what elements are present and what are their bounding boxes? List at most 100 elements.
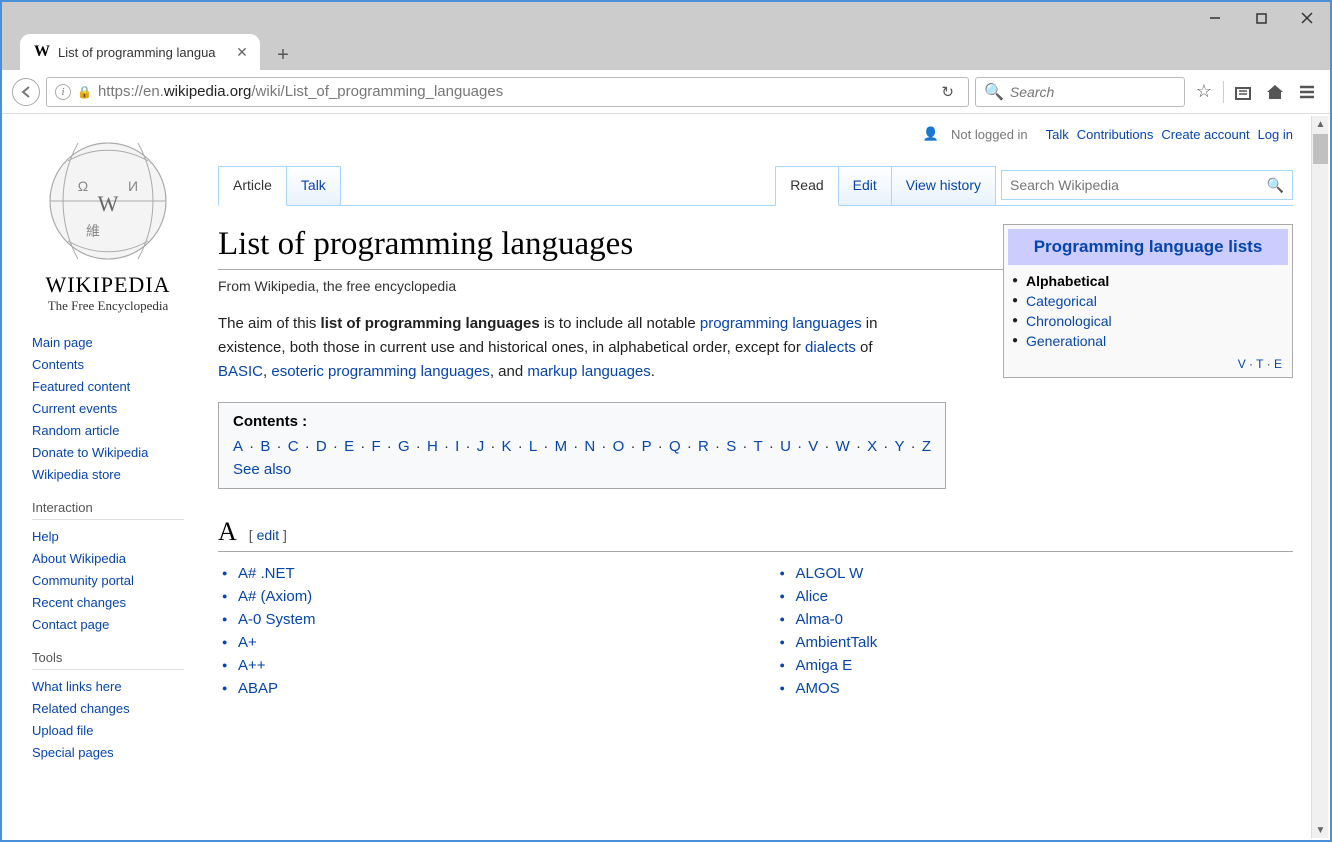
toc-letter[interactable]: X xyxy=(867,438,877,455)
nav-link[interactable]: Categorical xyxy=(1026,293,1097,309)
nav-link[interactable]: ABAP xyxy=(238,680,278,697)
bookmark-star-icon[interactable]: ☆ xyxy=(1191,79,1217,105)
url-bar[interactable]: i 🔒 https://en.wikipedia.org/wiki/List_o… xyxy=(46,77,969,107)
top-link[interactable]: Log in xyxy=(1258,127,1293,142)
toc-letter[interactable]: D xyxy=(316,438,327,455)
nav-link[interactable]: ALGOL W xyxy=(796,565,864,582)
toc-letter[interactable]: A xyxy=(233,438,243,455)
nav-link[interactable]: A-0 System xyxy=(238,611,316,628)
minimize-button[interactable] xyxy=(1192,2,1238,34)
toc-letter[interactable]: T xyxy=(754,438,763,455)
link-markup[interactable]: markup languages xyxy=(527,363,650,380)
reload-button[interactable]: ↻ xyxy=(935,83,960,101)
nav-link[interactable]: Contact page xyxy=(32,617,109,632)
tab-read[interactable]: Read xyxy=(775,166,838,206)
browser-tab[interactable]: W List of programming langua ✕ xyxy=(20,34,260,70)
nav-link[interactable]: Amiga E xyxy=(796,657,853,674)
link-basic[interactable]: BASIC xyxy=(218,363,263,380)
nav-link[interactable]: A# (Axiom) xyxy=(238,588,312,605)
new-tab-button[interactable]: + xyxy=(268,40,298,70)
maximize-button[interactable] xyxy=(1238,2,1284,34)
nav-link[interactable]: Featured content xyxy=(32,379,130,394)
link-esoteric[interactable]: esoteric programming languages xyxy=(271,363,489,380)
toc-letter[interactable]: F xyxy=(371,438,380,455)
scroll-up-arrow[interactable]: ▲ xyxy=(1313,116,1328,132)
browser-search-box[interactable]: 🔍 xyxy=(975,77,1185,107)
search-icon[interactable]: 🔍 xyxy=(1263,177,1288,194)
nav-link[interactable]: About Wikipedia xyxy=(32,551,126,566)
edit-section-link[interactable]: edit xyxy=(257,527,280,543)
toc-letter[interactable]: S xyxy=(726,438,736,455)
toc-letter[interactable]: C xyxy=(288,438,299,455)
nav-link[interactable]: Recent changes xyxy=(32,595,126,610)
toc-see-also[interactable]: See also xyxy=(233,461,291,478)
top-link[interactable]: Contributions xyxy=(1077,127,1154,142)
nav-link[interactable]: A# .NET xyxy=(238,565,295,582)
top-link[interactable]: Create account xyxy=(1161,127,1249,142)
nav-link[interactable]: AMOS xyxy=(796,680,840,697)
toc-letter[interactable]: M xyxy=(555,438,568,455)
info-icon[interactable]: i xyxy=(55,84,71,100)
nav-link[interactable]: Alma-0 xyxy=(796,611,844,628)
toc-letter[interactable]: Z xyxy=(922,438,931,455)
toc-letter[interactable]: H xyxy=(427,438,438,455)
toc-letter[interactable]: N xyxy=(584,438,595,455)
toc-letter[interactable]: L xyxy=(529,438,537,455)
wiki-search-input[interactable] xyxy=(1010,177,1263,193)
library-icon[interactable] xyxy=(1230,79,1256,105)
link-programming-languages[interactable]: programming languages xyxy=(700,315,862,332)
tab-edit[interactable]: Edit xyxy=(838,166,892,205)
nav-link[interactable]: A+ xyxy=(238,634,257,651)
toc-letter[interactable]: U xyxy=(780,438,791,455)
wiki-search-box[interactable]: 🔍 xyxy=(1001,170,1293,200)
back-button[interactable] xyxy=(12,78,40,106)
nav-link[interactable]: AmbientTalk xyxy=(796,634,878,651)
toc-letter[interactable]: K xyxy=(502,438,512,455)
vte-v[interactable]: V xyxy=(1238,357,1246,371)
link-dialects[interactable]: dialects xyxy=(805,339,856,356)
toc-letter[interactable]: R xyxy=(698,438,709,455)
nav-link[interactable]: Wikipedia store xyxy=(32,467,121,482)
nav-link[interactable]: Chronological xyxy=(1026,313,1112,329)
scroll-thumb[interactable] xyxy=(1313,134,1328,164)
toc-letter[interactable]: W xyxy=(836,438,850,455)
home-icon[interactable] xyxy=(1262,79,1288,105)
close-tab-button[interactable]: ✕ xyxy=(234,44,250,60)
nav-link[interactable]: Upload file xyxy=(32,723,93,738)
toc-letter[interactable]: B xyxy=(260,438,270,455)
vte-e[interactable]: E xyxy=(1274,357,1282,371)
nav-link[interactable]: Donate to Wikipedia xyxy=(32,445,148,460)
menu-icon[interactable] xyxy=(1294,79,1320,105)
nav-link[interactable]: Main page xyxy=(32,335,93,350)
toc-letter[interactable]: V xyxy=(808,438,818,455)
nav-link[interactable]: A++ xyxy=(238,657,266,674)
nav-link[interactable]: Alphabetical xyxy=(1026,273,1109,289)
nav-link[interactable]: Contents xyxy=(32,357,84,372)
nav-link[interactable]: Related changes xyxy=(32,701,130,716)
nav-link[interactable]: Random article xyxy=(32,423,119,438)
nav-link[interactable]: Community portal xyxy=(32,573,134,588)
info-box-title[interactable]: Programming language lists xyxy=(1008,229,1288,265)
scroll-down-arrow[interactable]: ▼ xyxy=(1313,822,1328,838)
toc-letter[interactable]: Y xyxy=(894,438,904,455)
toc-letter[interactable]: G xyxy=(398,438,410,455)
tab-talk[interactable]: Talk xyxy=(286,166,341,205)
toc-letter[interactable]: P xyxy=(642,438,652,455)
toc-letter[interactable]: Q xyxy=(669,438,681,455)
browser-search-input[interactable] xyxy=(1010,84,1176,100)
close-window-button[interactable] xyxy=(1284,2,1330,34)
nav-link[interactable]: Current events xyxy=(32,401,117,416)
toc-letter[interactable]: O xyxy=(613,438,625,455)
top-link[interactable]: Talk xyxy=(1046,127,1069,142)
nav-link[interactable]: Special pages xyxy=(32,745,114,760)
vte-t[interactable]: T xyxy=(1256,357,1263,371)
tab-history[interactable]: View history xyxy=(891,166,996,205)
nav-link[interactable]: What links here xyxy=(32,679,122,694)
nav-link[interactable]: Alice xyxy=(796,588,829,605)
toc-letter[interactable]: E xyxy=(344,438,354,455)
nav-link[interactable]: Generational xyxy=(1026,333,1106,349)
nav-link[interactable]: Help xyxy=(32,529,59,544)
scrollbar[interactable]: ▲ ▼ xyxy=(1311,116,1328,838)
wikipedia-logo[interactable]: WΩИ維 WIKIPEDIA The Free Encyclopedia xyxy=(32,136,184,314)
tab-article[interactable]: Article xyxy=(218,166,287,206)
